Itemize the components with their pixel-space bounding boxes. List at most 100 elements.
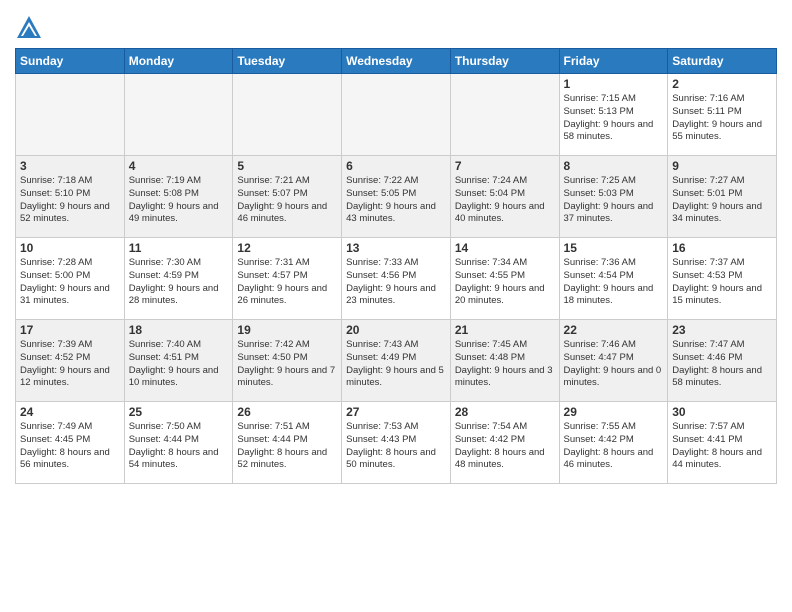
day-number: 18 (129, 323, 229, 337)
day-info: Sunrise: 7:33 AM Sunset: 4:56 PM Dayligh… (346, 257, 446, 308)
weekday-header-sunday: Sunday (16, 49, 125, 74)
calendar-cell: 25 Sunrise: 7:50 AM Sunset: 4:44 PM Dayli… (124, 402, 233, 484)
day-number: 16 (672, 241, 772, 255)
calendar-week-row-4: 17 Sunrise: 7:39 AM Sunset: 4:52 PM Dayli… (16, 320, 777, 402)
day-info: Sunrise: 7:34 AM Sunset: 4:55 PM Dayligh… (455, 257, 555, 308)
calendar-week-row-5: 24 Sunrise: 7:49 AM Sunset: 4:45 PM Dayli… (16, 402, 777, 484)
day-info: Sunrise: 7:46 AM Sunset: 4:47 PM Dayligh… (564, 339, 664, 390)
day-info: Sunrise: 7:43 AM Sunset: 4:49 PM Dayligh… (346, 339, 446, 390)
day-number: 4 (129, 159, 229, 173)
day-number: 13 (346, 241, 446, 255)
day-number: 11 (129, 241, 229, 255)
day-number: 15 (564, 241, 664, 255)
day-number: 6 (346, 159, 446, 173)
day-number: 27 (346, 405, 446, 419)
weekday-header-saturday: Saturday (668, 49, 777, 74)
day-info: Sunrise: 7:45 AM Sunset: 4:48 PM Dayligh… (455, 339, 555, 390)
day-number: 17 (20, 323, 120, 337)
logo-icon (15, 14, 43, 42)
calendar-cell: 7 Sunrise: 7:24 AM Sunset: 5:04 PM Daylig… (450, 156, 559, 238)
calendar-week-row-1: 1Sunrise: 7:15 AM Sunset: 5:13 PM Daylig… (16, 74, 777, 156)
calendar-cell (342, 74, 451, 156)
weekday-header-thursday: Thursday (450, 49, 559, 74)
calendar-cell: 5Sunrise: 7:21 AM Sunset: 5:07 PM Daylig… (233, 156, 342, 238)
day-number: 24 (20, 405, 120, 419)
header-area (15, 10, 777, 42)
calendar-cell: 13 Sunrise: 7:33 AM Sunset: 4:56 PM Dayli… (342, 238, 451, 320)
calendar-cell: 15 Sunrise: 7:36 AM Sunset: 4:54 PM Dayli… (559, 238, 668, 320)
calendar-cell: 6 Sunrise: 7:22 AM Sunset: 5:05 PM Daylig… (342, 156, 451, 238)
day-number: 28 (455, 405, 555, 419)
day-info: Sunrise: 7:18 AM Sunset: 5:10 PM Dayligh… (20, 175, 120, 226)
calendar-cell: 23 Sunrise: 7:47 AM Sunset: 4:46 PM Dayli… (668, 320, 777, 402)
day-info: Sunrise: 7:19 AM Sunset: 5:08 PM Dayligh… (129, 175, 229, 226)
day-info: Sunrise: 7:54 AM Sunset: 4:42 PM Dayligh… (455, 421, 555, 472)
weekday-header-tuesday: Tuesday (233, 49, 342, 74)
day-info: Sunrise: 7:40 AM Sunset: 4:51 PM Dayligh… (129, 339, 229, 390)
calendar-cell: 18 Sunrise: 7:40 AM Sunset: 4:51 PM Dayli… (124, 320, 233, 402)
day-number: 30 (672, 405, 772, 419)
page: SundayMondayTuesdayWednesdayThursdayFrid… (0, 0, 792, 612)
calendar-cell: 8 Sunrise: 7:25 AM Sunset: 5:03 PM Daylig… (559, 156, 668, 238)
day-info: Sunrise: 7:15 AM Sunset: 5:13 PM Dayligh… (564, 93, 664, 144)
day-number: 25 (129, 405, 229, 419)
calendar-week-row-2: 3 Sunrise: 7:18 AM Sunset: 5:10 PM Daylig… (16, 156, 777, 238)
calendar-cell (16, 74, 125, 156)
day-number: 19 (237, 323, 337, 337)
day-info: Sunrise: 7:50 AM Sunset: 4:44 PM Dayligh… (129, 421, 229, 472)
day-number: 2 (672, 77, 772, 91)
calendar-cell (450, 74, 559, 156)
calendar-cell: 12Sunrise: 7:31 AM Sunset: 4:57 PM Dayli… (233, 238, 342, 320)
day-info: Sunrise: 7:24 AM Sunset: 5:04 PM Dayligh… (455, 175, 555, 226)
day-info: Sunrise: 7:57 AM Sunset: 4:41 PM Dayligh… (672, 421, 772, 472)
day-number: 29 (564, 405, 664, 419)
day-number: 23 (672, 323, 772, 337)
day-number: 8 (564, 159, 664, 173)
calendar-cell: 4 Sunrise: 7:19 AM Sunset: 5:08 PM Daylig… (124, 156, 233, 238)
day-info: Sunrise: 7:27 AM Sunset: 5:01 PM Dayligh… (672, 175, 772, 226)
calendar-cell: 27Sunrise: 7:53 AM Sunset: 4:43 PM Dayli… (342, 402, 451, 484)
calendar-cell: 1Sunrise: 7:15 AM Sunset: 5:13 PM Daylig… (559, 74, 668, 156)
day-info: Sunrise: 7:42 AM Sunset: 4:50 PM Dayligh… (237, 339, 337, 390)
day-number: 20 (346, 323, 446, 337)
day-info: Sunrise: 7:28 AM Sunset: 5:00 PM Dayligh… (20, 257, 120, 308)
day-info: Sunrise: 7:49 AM Sunset: 4:45 PM Dayligh… (20, 421, 120, 472)
calendar-cell (233, 74, 342, 156)
calendar-cell: 28 Sunrise: 7:54 AM Sunset: 4:42 PM Dayli… (450, 402, 559, 484)
calendar-cell: 17 Sunrise: 7:39 AM Sunset: 4:52 PM Dayli… (16, 320, 125, 402)
calendar-cell (124, 74, 233, 156)
calendar-table: SundayMondayTuesdayWednesdayThursdayFrid… (15, 48, 777, 484)
calendar-cell: 24 Sunrise: 7:49 AM Sunset: 4:45 PM Dayli… (16, 402, 125, 484)
calendar-cell: 9 Sunrise: 7:27 AM Sunset: 5:01 PM Daylig… (668, 156, 777, 238)
weekday-header-monday: Monday (124, 49, 233, 74)
calendar-cell: 20 Sunrise: 7:43 AM Sunset: 4:49 PM Dayli… (342, 320, 451, 402)
day-number: 9 (672, 159, 772, 173)
weekday-header-wednesday: Wednesday (342, 49, 451, 74)
day-info: Sunrise: 7:39 AM Sunset: 4:52 PM Dayligh… (20, 339, 120, 390)
weekday-header-row: SundayMondayTuesdayWednesdayThursdayFrid… (16, 49, 777, 74)
day-info: Sunrise: 7:30 AM Sunset: 4:59 PM Dayligh… (129, 257, 229, 308)
day-number: 22 (564, 323, 664, 337)
calendar-week-row-3: 10Sunrise: 7:28 AM Sunset: 5:00 PM Dayli… (16, 238, 777, 320)
day-number: 14 (455, 241, 555, 255)
calendar-cell: 30 Sunrise: 7:57 AM Sunset: 4:41 PM Dayli… (668, 402, 777, 484)
calendar-cell: 29Sunrise: 7:55 AM Sunset: 4:42 PM Dayli… (559, 402, 668, 484)
logo (15, 14, 47, 42)
day-info: Sunrise: 7:31 AM Sunset: 4:57 PM Dayligh… (237, 257, 337, 308)
day-info: Sunrise: 7:16 AM Sunset: 5:11 PM Dayligh… (672, 93, 772, 144)
day-info: Sunrise: 7:25 AM Sunset: 5:03 PM Dayligh… (564, 175, 664, 226)
day-info: Sunrise: 7:36 AM Sunset: 4:54 PM Dayligh… (564, 257, 664, 308)
calendar-cell: 19 Sunrise: 7:42 AM Sunset: 4:50 PM Dayli… (233, 320, 342, 402)
day-number: 26 (237, 405, 337, 419)
day-info: Sunrise: 7:37 AM Sunset: 4:53 PM Dayligh… (672, 257, 772, 308)
day-number: 3 (20, 159, 120, 173)
day-info: Sunrise: 7:51 AM Sunset: 4:44 PM Dayligh… (237, 421, 337, 472)
day-number: 7 (455, 159, 555, 173)
calendar-cell: 14 Sunrise: 7:34 AM Sunset: 4:55 PM Dayli… (450, 238, 559, 320)
calendar-cell: 10Sunrise: 7:28 AM Sunset: 5:00 PM Dayli… (16, 238, 125, 320)
calendar-cell: 2 Sunrise: 7:16 AM Sunset: 5:11 PM Daylig… (668, 74, 777, 156)
calendar-cell: 22 Sunrise: 7:46 AM Sunset: 4:47 PM Dayli… (559, 320, 668, 402)
day-info: Sunrise: 7:47 AM Sunset: 4:46 PM Dayligh… (672, 339, 772, 390)
day-info: Sunrise: 7:22 AM Sunset: 5:05 PM Dayligh… (346, 175, 446, 226)
day-number: 5 (237, 159, 337, 173)
